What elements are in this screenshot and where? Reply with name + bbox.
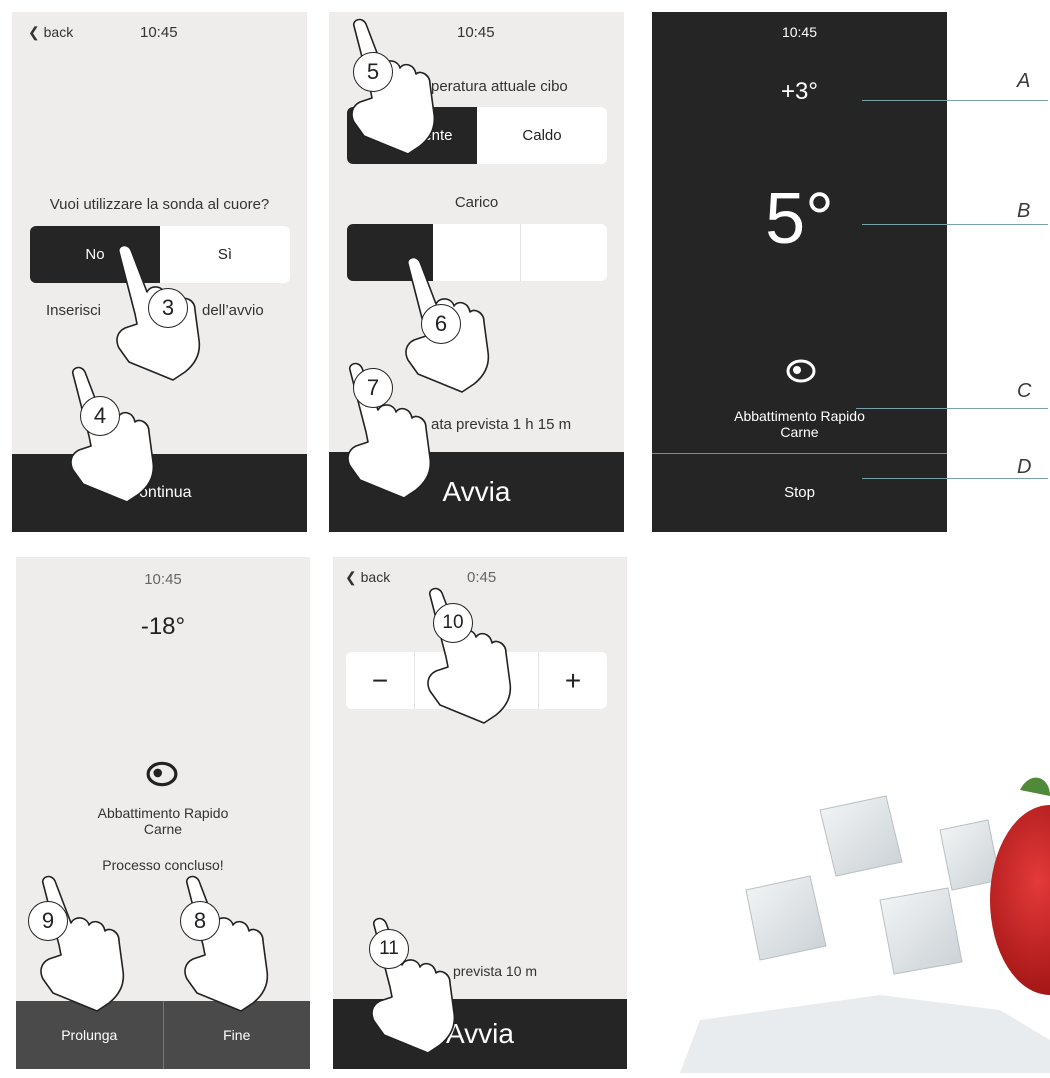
back-link[interactable]: ❮ back (345, 569, 390, 586)
step-6-badge: 6 (421, 304, 461, 344)
screen-probe-choice: ❮ back 10:45 Vuoi utilizzare la sonda al… (12, 12, 307, 532)
pointing-hand-icon (40, 875, 125, 1012)
ice-strawberry-photo (640, 600, 1050, 1073)
program-line-2: Carne (143, 821, 183, 837)
chevron-left-icon: ❮ (345, 569, 357, 585)
chevron-left-icon: ❮ (28, 24, 40, 40)
back-label: back (360, 569, 391, 585)
minus-icon: − (371, 664, 389, 696)
clock: 10:45 (140, 24, 178, 41)
step-11-badge: 11 (369, 929, 409, 969)
step-10-badge: 10 (433, 603, 473, 643)
meat-icon (786, 359, 816, 383)
increment-button[interactable]: + (538, 652, 607, 709)
stop-label: Stop (784, 484, 815, 501)
screen-extend-time: ❮ back 0:45 − 10 m + prevista 10 m Avvia… (333, 557, 627, 1069)
back-label: back (43, 24, 74, 40)
program-name: Abbattimento Rapido Carne (652, 408, 947, 440)
callout-d: D (1017, 456, 1032, 478)
option-hot-button[interactable]: Caldo (477, 107, 607, 164)
meat-icon (146, 761, 178, 787)
program-name: Abbattimento Rapido Carne (16, 805, 310, 837)
callout-c: C (1017, 380, 1032, 402)
step-8-badge: 8 (180, 901, 220, 941)
plus-icon: + (564, 664, 582, 696)
pointing-hand-icon (184, 875, 269, 1012)
callout-line-a (862, 100, 1048, 101)
step-7-badge: 7 (353, 368, 393, 408)
pointing-hand-icon (371, 917, 456, 1054)
program-line-1: Abbattimento Rapido (734, 408, 865, 424)
load-label: Carico (454, 194, 499, 211)
back-link[interactable]: ❮ back (28, 24, 73, 41)
callout-a: A (1017, 70, 1031, 92)
callout-b: B (1017, 200, 1031, 222)
final-temperature: -18° (140, 613, 186, 640)
load-level-3[interactable] (521, 224, 607, 281)
screen-finished: 10:45 -18° Abbattimento Rapido Carne Pro… (16, 557, 310, 1069)
clock: 0:45 (467, 569, 497, 586)
step-9-badge: 9 (28, 901, 68, 941)
clock: 10:45 (781, 24, 818, 40)
pointing-hand-icon (427, 587, 512, 724)
callout-line-c (856, 408, 1048, 409)
step-4-badge: 4 (80, 396, 120, 436)
screen-running: 10:45 +3° 5° Abbattimento Rapido Carne S… (652, 12, 947, 532)
pointing-hand-icon (70, 366, 155, 503)
ice-cubes-image (680, 777, 1050, 1073)
callout-line-b (862, 224, 1048, 225)
program-line-1: Abbattimento Rapido (97, 805, 229, 821)
end-label: Fine (223, 1027, 251, 1043)
stop-button[interactable]: Stop (652, 454, 947, 532)
pointing-hand-icon (351, 18, 436, 155)
probe-question: Vuoi utilizzare la sonda al cuore? (49, 196, 270, 213)
hint-text-left: Inserisci (46, 302, 102, 319)
clock: 10:45 (457, 24, 495, 41)
step-5-badge: 5 (353, 52, 393, 92)
clock: 10:45 (144, 571, 182, 588)
step-3-badge: 3 (148, 288, 188, 328)
program-line-2: Carne (780, 424, 819, 440)
cabinet-temperature: +3° (781, 78, 818, 105)
screen-food-settings: 10:45 peratura attuale cibo T° ambiente … (329, 12, 624, 532)
status-text: Processo concluso! (102, 857, 224, 873)
core-temperature: 5° (765, 179, 834, 259)
extend-label: Prolunga (61, 1027, 118, 1043)
